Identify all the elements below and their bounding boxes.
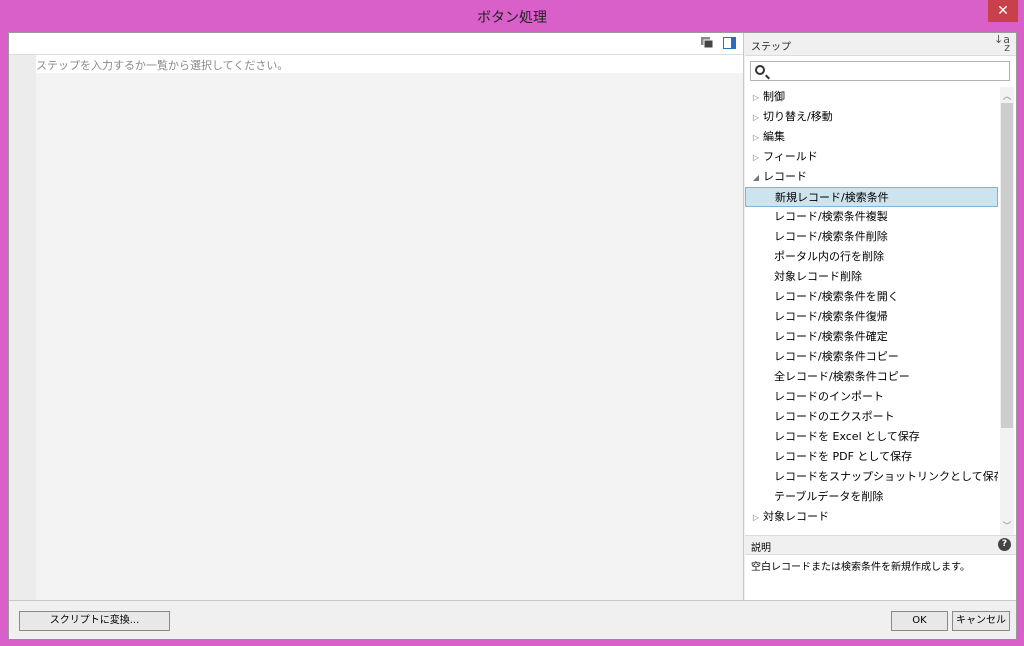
expand-arrow-icon[interactable]: ▷ — [751, 108, 761, 128]
step-item[interactable]: レコード/検索条件を開く — [745, 287, 998, 307]
script-editor[interactable]: ステップを入力するか一覧から選択してください。 — [9, 33, 744, 600]
expand-arrow-icon[interactable]: ▷ — [751, 508, 761, 528]
step-item[interactable]: レコードをスナップショットリンクとして保存 — [745, 467, 998, 487]
steps-search-input[interactable] — [750, 61, 1010, 81]
steps-header-label: ステップ — [751, 42, 791, 53]
category-navigation[interactable]: ▷ 切り替え/移動 — [745, 107, 998, 127]
help-icon[interactable]: ? — [998, 538, 1011, 551]
description-header: 説明 ? — [745, 535, 1016, 555]
scroll-up-icon[interactable]: ︿ — [1000, 89, 1014, 102]
step-item[interactable]: レコード/検索条件確定 — [745, 327, 998, 347]
category-control[interactable]: ▷ 制御 — [745, 87, 998, 107]
step-item[interactable]: レコード/検索条件コピー — [745, 347, 998, 367]
panel-toggle-icon[interactable] — [723, 37, 736, 49]
step-item[interactable]: ポータル内の行を削除 — [745, 247, 998, 267]
footer-bar: スクリプトに変換... OK キャンセル — [9, 600, 1016, 639]
steps-header: ステップ ↓a z — [745, 33, 1016, 56]
step-item[interactable]: 対象レコード削除 — [745, 267, 998, 287]
copy-view-icon[interactable] — [701, 37, 714, 49]
collapse-arrow-icon[interactable]: ◢ — [751, 168, 761, 188]
category-editing[interactable]: ▷ 編集 — [745, 127, 998, 147]
line-gutter — [9, 55, 36, 600]
step-item[interactable]: レコードのエクスポート — [745, 407, 998, 427]
step-item[interactable]: レコードを PDF として保存 — [745, 447, 998, 467]
close-button[interactable]: ✕ — [988, 0, 1018, 22]
step-item[interactable]: レコードを Excel として保存 — [745, 427, 998, 447]
category-records[interactable]: ◢ レコード — [745, 167, 998, 187]
step-item[interactable]: レコードのインポート — [745, 387, 998, 407]
description-header-label: 説明 — [751, 543, 771, 554]
dialog-client: ステップを入力するか一覧から選択してください。 ステップ ↓a z ▷ 制御 ▷ 切… — [8, 32, 1017, 639]
expand-arrow-icon[interactable]: ▷ — [751, 148, 761, 168]
editor-toolbar — [9, 33, 743, 55]
dialog-window: ボタン処理 ✕ ステップを入力するか一覧から選択してください。 ステップ ↓a … — [0, 0, 1024, 646]
step-item[interactable]: 全レコード/検索条件コピー — [745, 367, 998, 387]
step-input-placeholder: ステップを入力するか一覧から選択してください。 — [36, 59, 289, 72]
search-icon — [755, 65, 765, 75]
step-item[interactable]: レコード/検索条件複製 — [745, 207, 998, 227]
window-title: ボタン処理 — [477, 10, 547, 26]
steps-panel: ステップ ↓a z ▷ 制御 ▷ 切り替え/移動 ▷ 編集 ▷ フィールド ◢ レコード … — [745, 33, 1016, 600]
step-item[interactable]: レコード/検索条件削除 — [745, 227, 998, 247]
expand-arrow-icon[interactable]: ▷ — [751, 128, 761, 148]
category-fields[interactable]: ▷ フィールド — [745, 147, 998, 167]
steps-tree: ▷ 制御 ▷ 切り替え/移動 ▷ 編集 ▷ フィールド ◢ レコード 新規レコード/検索条… — [745, 87, 998, 535]
steps-scrollbar[interactable]: ︿ ﹀ — [1000, 87, 1014, 535]
cancel-button[interactable]: キャンセル — [952, 611, 1010, 631]
step-item-selected[interactable]: 新規レコード/検索条件 — [745, 187, 998, 207]
sort-az-icon[interactable]: ↓a z — [994, 34, 1010, 53]
step-item[interactable]: テーブルデータを削除 — [745, 487, 998, 507]
scroll-down-icon[interactable]: ﹀ — [1000, 519, 1014, 532]
description-text: 空白レコードまたは検索条件を新規作成します。 — [751, 562, 970, 573]
convert-to-script-button[interactable]: スクリプトに変換... — [19, 611, 170, 631]
step-input-line[interactable]: ステップを入力するか一覧から選択してください。 — [36, 55, 743, 73]
category-found-records[interactable]: ▷ 対象レコード — [745, 507, 998, 527]
scroll-thumb[interactable] — [1001, 103, 1013, 428]
ok-button[interactable]: OK — [891, 611, 948, 631]
title-bar[interactable]: ボタン処理 ✕ — [0, 0, 1024, 32]
expand-arrow-icon[interactable]: ▷ — [751, 88, 761, 108]
step-item[interactable]: レコード/検索条件復帰 — [745, 307, 998, 327]
